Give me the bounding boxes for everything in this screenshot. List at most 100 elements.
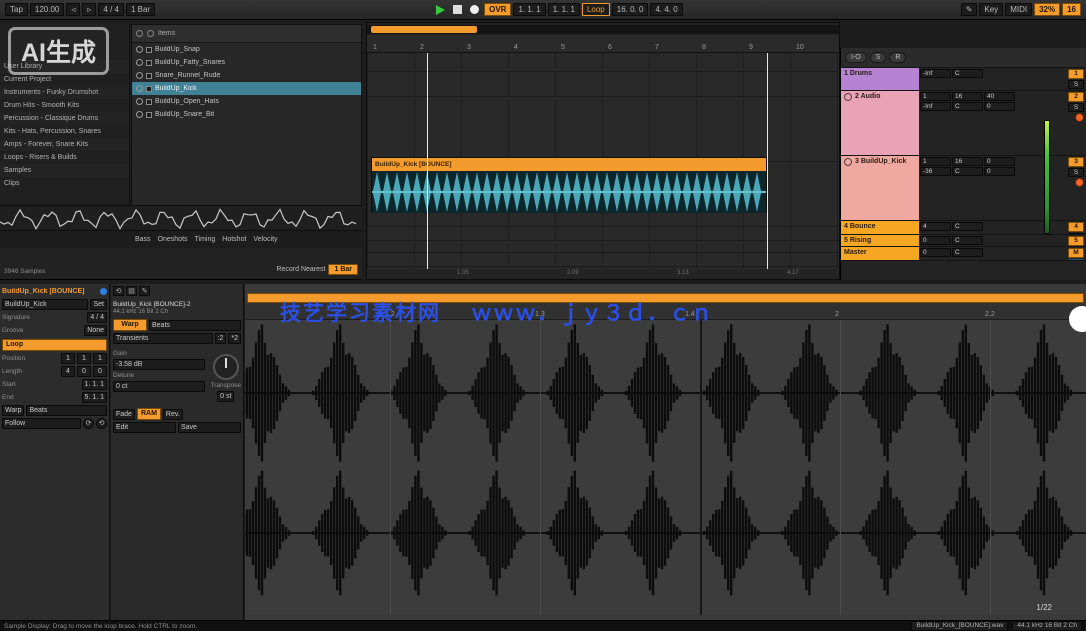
browser-tab-oneshots[interactable]: Oneshots xyxy=(158,236,188,243)
start-value[interactable]: 1. 1. 1 xyxy=(82,379,107,390)
mixer-value-box[interactable]: 0 xyxy=(920,248,951,257)
solo-button[interactable]: S xyxy=(1068,103,1084,112)
track-activator-button[interactable]: 2 xyxy=(1068,92,1084,102)
preview-play-icon[interactable] xyxy=(136,111,143,118)
file-checkbox-icon[interactable] xyxy=(146,60,152,66)
record-button[interactable] xyxy=(470,5,479,14)
preview-play-icon[interactable] xyxy=(136,85,143,92)
track-activator-button[interactable]: 1 xyxy=(1068,69,1084,79)
draw-mode-icon[interactable]: ✎ xyxy=(961,3,978,16)
follow-toggle[interactable]: Follow xyxy=(2,418,81,429)
mixer-value-box[interactable]: 16 xyxy=(952,92,983,101)
browser-tab-hotshot[interactable]: Hotshot xyxy=(222,236,246,243)
preview-play-icon[interactable] xyxy=(136,72,143,79)
file-row[interactable]: BuildUp_Kick xyxy=(132,82,361,95)
arm-button[interactable] xyxy=(1075,178,1084,187)
save-sample-icon[interactable]: ▤ xyxy=(126,286,137,296)
ram-toggle[interactable]: RAM xyxy=(137,408,161,420)
file-row[interactable]: BuildUp_Snap xyxy=(132,43,361,56)
mixer-value-box[interactable]: C xyxy=(952,102,983,111)
mixer-toggle-r[interactable]: R xyxy=(889,52,906,63)
clip-name-field[interactable]: BuildUp_Kick xyxy=(2,299,88,310)
record-length-value[interactable]: 1 Bar xyxy=(328,264,358,275)
play-button[interactable] xyxy=(436,5,445,15)
beat-time-ruler[interactable]: 12345678910 xyxy=(367,35,839,53)
track-activator-button[interactable]: 3 xyxy=(1068,157,1084,167)
mixer-value-box[interactable]: C xyxy=(952,222,983,231)
mixer-value-box[interactable]: 4 xyxy=(920,222,951,231)
solo-button[interactable]: Solo xyxy=(1068,259,1084,261)
loop-toggle[interactable]: Loop xyxy=(582,3,610,16)
track-row[interactable]: Master0CMSolo xyxy=(841,247,1086,261)
mixer-value-box[interactable]: -Inf xyxy=(920,69,951,78)
track-name-header[interactable]: 5 Rising xyxy=(841,235,919,246)
mixer-value-box[interactable]: -Inf xyxy=(920,102,951,111)
track-monitor-icon[interactable] xyxy=(844,93,852,101)
reverse-button[interactable]: Rev. xyxy=(163,409,183,420)
mixer-value-box[interactable]: 1 xyxy=(920,157,951,166)
track-monitor-icon[interactable] xyxy=(844,158,852,166)
warp-toggle[interactable]: Warp xyxy=(2,405,24,416)
warp-mode-select[interactable]: Beats xyxy=(26,405,107,416)
mixer-value-box[interactable]: C xyxy=(952,167,983,176)
browser-category-item[interactable]: Amps - Forever, Snare Kits xyxy=(0,138,129,151)
transients-menu[interactable]: Transients xyxy=(113,333,213,344)
track-activator-button[interactable]: 5 xyxy=(1068,236,1084,246)
transpose-knob[interactable] xyxy=(213,354,239,380)
filter-circle-icon[interactable] xyxy=(136,30,143,37)
track-activator-button[interactable]: M xyxy=(1068,248,1084,258)
browser-category-item[interactable]: Samples xyxy=(0,164,129,177)
arrangement-overview-scrollbar[interactable] xyxy=(367,25,839,34)
length-beat[interactable]: 0 xyxy=(77,366,91,377)
playhead[interactable] xyxy=(427,53,428,269)
browser-tab-velocity[interactable]: Velocity xyxy=(253,236,277,243)
mixer-value-box[interactable]: 0 xyxy=(984,102,1015,111)
clip-title-bar[interactable]: BuildUp_Kick [BOUNCE] xyxy=(372,158,766,171)
track-activator-button[interactable]: 4 xyxy=(1068,222,1084,232)
warp-button[interactable]: Warp xyxy=(113,319,147,331)
transpose-value[interactable]: 0 st xyxy=(217,391,234,402)
preview-circle-icon[interactable] xyxy=(147,30,154,37)
browser-category-item[interactable]: Drum Hits - Smooth Kits xyxy=(0,99,129,112)
loop-start-field[interactable]: 1. 1. 1 xyxy=(548,3,580,16)
nudge-up-button[interactable]: ▹ xyxy=(82,3,96,16)
mixer-value-box[interactable]: 16 xyxy=(952,157,983,166)
file-row[interactable]: BuildUp_Fatty_Snares xyxy=(132,56,361,69)
mixer-value-box[interactable]: C xyxy=(952,236,983,245)
scrollbar-thumb[interactable] xyxy=(371,26,477,33)
set-button[interactable]: Set xyxy=(90,299,107,310)
file-checkbox-icon[interactable] xyxy=(146,112,152,118)
track-name-header[interactable]: 1 Drums xyxy=(841,68,919,90)
arrangement-grid[interactable]: BuildUp_Kick [BOUNCE] xyxy=(367,53,839,269)
mixer-value-box[interactable]: -36 xyxy=(920,167,951,176)
mixer-value-box[interactable]: 0 xyxy=(984,167,1015,176)
insert-marker[interactable] xyxy=(700,320,702,615)
file-checkbox-icon[interactable] xyxy=(146,86,152,92)
browser-category-item[interactable]: Percussion - Classique Drums xyxy=(0,112,129,125)
mixer-value-box[interactable]: 1 xyxy=(920,92,951,101)
track-name-header[interactable]: 2 Audio xyxy=(841,91,919,155)
gain-value[interactable]: -3.58 dB xyxy=(113,359,205,370)
track-name-header[interactable]: 4 Bounce xyxy=(841,221,919,234)
midi-map-button[interactable]: MIDI xyxy=(1005,3,1032,16)
browser-category-item[interactable]: Loops - Risers & Builds xyxy=(0,151,129,164)
mixer-value-box[interactable]: C xyxy=(952,69,983,78)
track-row[interactable]: 1 Drums-InfC1S xyxy=(841,68,1086,91)
overdub-button[interactable]: OVR xyxy=(484,3,511,16)
position-beat[interactable]: 1 xyxy=(77,353,91,364)
fade-toggle[interactable]: Fade xyxy=(113,409,135,420)
mixer-toggle-s[interactable]: S xyxy=(870,52,887,63)
position-sixteenth[interactable]: 1 xyxy=(93,353,107,364)
length-bar[interactable]: 4 xyxy=(61,366,75,377)
punch-out-field[interactable]: 4. 4. 0 xyxy=(650,3,682,16)
track-name-header[interactable]: 3 BuildUp_Kick xyxy=(841,156,919,220)
length-sixteenth[interactable]: 0 xyxy=(93,366,107,377)
tempo-field[interactable]: 120.00 xyxy=(30,3,64,16)
edit-button[interactable]: Edit xyxy=(113,422,176,433)
loop-toggle-button[interactable]: Loop xyxy=(2,339,107,351)
browser-category-item[interactable]: Kits - Hats, Percussion, Snares xyxy=(0,125,129,138)
preview-play-icon[interactable] xyxy=(136,98,143,105)
mixer-value-box[interactable]: 0 xyxy=(984,157,1015,166)
browser-tab-timing[interactable]: Timing xyxy=(195,236,216,243)
mixer-value-box[interactable]: 0 xyxy=(920,236,951,245)
